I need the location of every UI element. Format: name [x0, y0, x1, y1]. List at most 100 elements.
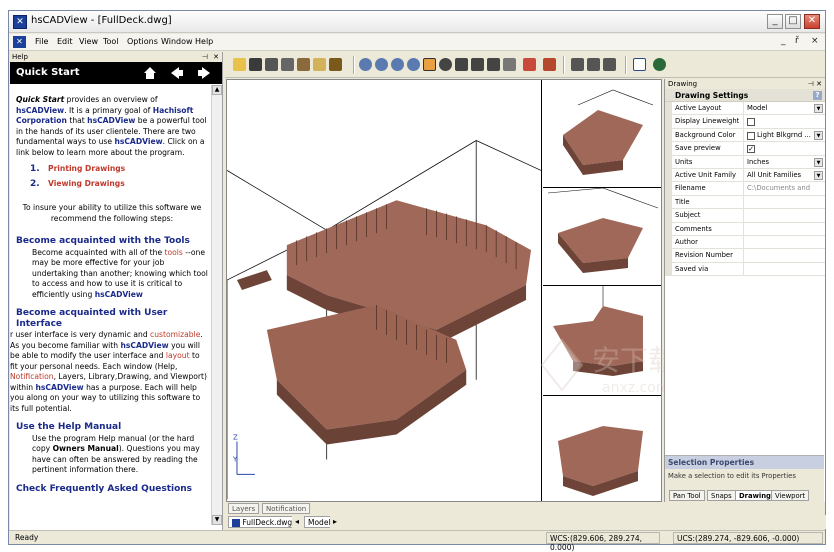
view-3d-icon[interactable] — [487, 58, 500, 71]
back-arrow-icon[interactable] — [170, 66, 184, 80]
prop-revision-number[interactable]: Revision Number — [665, 249, 825, 263]
prop-display-lineweight[interactable]: Display Lineweight — [665, 115, 825, 129]
deck-model — [236, 200, 532, 445]
viewport-thumbnail-4[interactable] — [543, 396, 661, 501]
open-icon[interactable] — [233, 58, 246, 71]
help-icon[interactable]: ? — [813, 91, 822, 100]
view-iso-icon[interactable] — [503, 58, 516, 71]
menu-window[interactable]: Window — [161, 37, 193, 46]
layout-link[interactable]: layout — [166, 351, 190, 360]
chevron-down-icon[interactable]: ▼ — [814, 170, 823, 180]
menu-file[interactable]: File — [35, 37, 48, 46]
batch-plot-icon[interactable] — [603, 58, 616, 71]
pan-icon[interactable] — [423, 58, 436, 71]
prop-filename[interactable]: Filename C:\Documents and — [665, 182, 825, 196]
list-item: 1. Printing Drawings — [30, 164, 126, 174]
scroll-up-icon[interactable]: ▲ — [212, 85, 222, 95]
document-tab-label: FullDeck.dwg — [242, 518, 293, 527]
prop-saved-via[interactable]: Saved via — [665, 262, 825, 277]
view-front-icon[interactable] — [471, 58, 484, 71]
prop-background-color[interactable]: Background Color Light Blkgrnd ... ▼ — [665, 128, 825, 143]
redo-icon[interactable] — [313, 58, 326, 71]
close-button[interactable]: ✕ — [804, 14, 820, 29]
tab-notification[interactable]: Notification — [262, 503, 311, 514]
prop-units[interactable]: Units Inches ▼ — [665, 155, 825, 169]
forward-arrow-icon[interactable] — [197, 66, 211, 80]
menu-options[interactable]: Options — [127, 37, 158, 46]
pin-close-icon[interactable]: ⊣ ✕ — [808, 79, 822, 89]
selection-properties-desc: Make a selection to edit its Properties — [668, 472, 796, 480]
app-icon[interactable]: ✕ — [13, 15, 27, 29]
tab-drawing[interactable]: Drawing — [735, 490, 775, 501]
select-window-icon[interactable] — [633, 58, 646, 71]
zoom-window-icon[interactable] — [375, 58, 388, 71]
main-3d-view[interactable]: Z Y — [227, 80, 542, 501]
viewport-area[interactable]: Z Y 安下载 anxz.com — [226, 79, 676, 502]
prop-subject[interactable]: Subject — [665, 209, 825, 223]
printing-drawings-link[interactable]: Printing Drawings — [48, 164, 125, 173]
refresh-icon[interactable] — [653, 58, 666, 71]
toolbar-separator — [625, 56, 627, 74]
viewing-drawings-link[interactable]: Viewing Drawings — [48, 179, 125, 188]
help-scrollbar[interactable]: ▲ ▼ — [211, 85, 222, 525]
ui-paragraph: r user interface is very dynamic and cus… — [10, 330, 207, 413]
help-icon[interactable] — [329, 58, 342, 71]
rotate-icon[interactable] — [455, 58, 468, 71]
minimize-button[interactable]: _ — [767, 14, 783, 29]
viewport-thumbnail-2[interactable] — [543, 188, 661, 286]
measure-icon[interactable] — [523, 58, 536, 71]
tab-viewport[interactable]: Viewport — [771, 490, 810, 501]
undo-icon[interactable] — [297, 58, 310, 71]
menu-view[interactable]: View — [79, 37, 98, 46]
prop-active-unit-family[interactable]: Active Unit Family All Unit Families ▼ — [665, 168, 825, 183]
prop-save-preview[interactable]: Save preview ✓ — [665, 142, 825, 156]
chevron-down-icon[interactable]: ▼ — [814, 157, 823, 167]
save-icon[interactable] — [249, 58, 262, 71]
prop-title[interactable]: Title — [665, 195, 825, 210]
recommend-paragraph: To insure your ability to utilize this s… — [22, 203, 202, 223]
tab-layers[interactable]: Layers — [228, 503, 260, 514]
pin-icon[interactable]: ⊣ — [202, 52, 208, 62]
display-lineweight-checkbox[interactable] — [747, 118, 755, 127]
title-bar[interactable]: ✕ hsCADView - [FullDeck.dwg] _ □ ✕ — [9, 11, 825, 33]
mdi-restore-button[interactable]: ř — [795, 36, 799, 46]
zoom-extents-icon[interactable] — [407, 58, 420, 71]
mdi-minimize-button[interactable]: _ — [781, 36, 786, 46]
prop-author[interactable]: Author — [665, 235, 825, 250]
chevron-down-icon[interactable]: ▼ — [814, 130, 823, 140]
tab-pan-tool[interactable]: Pan Tool — [669, 490, 705, 501]
layout-next-icon[interactable]: ▸ — [330, 516, 341, 528]
drawing-settings-section[interactable]: Drawing Settings ? — [665, 89, 825, 102]
render-icon[interactable] — [543, 58, 556, 71]
save-preview-checkbox[interactable]: ✓ — [747, 145, 755, 154]
chevron-down-icon[interactable]: ▼ — [814, 104, 823, 113]
plot-icon[interactable] — [587, 58, 600, 71]
zoom-out-icon[interactable] — [391, 58, 404, 71]
notification-link[interactable]: Notification — [10, 372, 54, 381]
toolbar-separator — [353, 56, 355, 74]
customizable-link[interactable]: customizable — [150, 330, 200, 339]
tools-link[interactable]: tools — [165, 248, 183, 257]
print-preview-icon[interactable] — [281, 58, 294, 71]
document-icon[interactable]: ✕ — [13, 36, 26, 48]
prop-active-layout[interactable]: Active Layout Model ▼ — [665, 102, 825, 116]
zoom-in-icon[interactable] — [359, 58, 372, 71]
tab-fulldeck-document[interactable]: FullDeck.dwg — [228, 516, 297, 528]
scroll-down-icon[interactable]: ▼ — [212, 515, 222, 525]
print-layout-icon[interactable] — [571, 58, 584, 71]
viewport-thumbnail-1[interactable] — [543, 80, 661, 188]
close-icon[interactable]: ✕ — [213, 52, 219, 62]
menu-edit[interactable]: Edit — [57, 37, 73, 46]
menu-tool[interactable]: Tool — [103, 37, 119, 46]
home-icon[interactable] — [143, 66, 157, 80]
mdi-close-button[interactable]: × — [811, 36, 819, 46]
print-icon[interactable] — [265, 58, 278, 71]
orbit-icon[interactable] — [439, 58, 452, 71]
maximize-button[interactable]: □ — [785, 14, 801, 29]
tab-snaps[interactable]: Snaps — [707, 490, 736, 501]
quickstart-title: Quick Start — [16, 67, 80, 78]
menu-help[interactable]: Help — [195, 37, 213, 46]
viewport-tab-strip: Layers Notification — [226, 502, 662, 514]
layout-prev-icon[interactable]: ◂ — [292, 516, 303, 528]
prop-comments[interactable]: Comments — [665, 222, 825, 236]
